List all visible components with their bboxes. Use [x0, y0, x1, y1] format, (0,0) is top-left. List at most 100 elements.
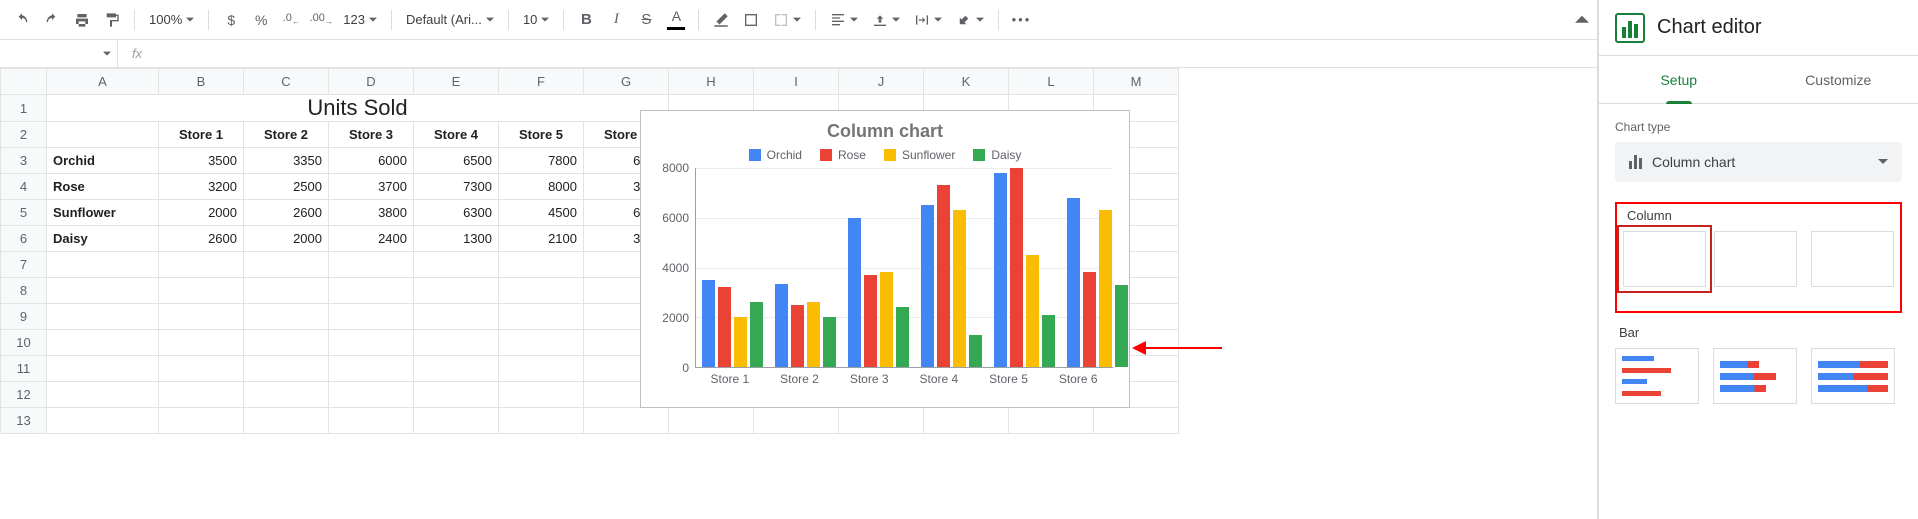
- italic-button[interactable]: I: [602, 5, 630, 35]
- cell[interactable]: [244, 252, 329, 278]
- cell[interactable]: [244, 408, 329, 434]
- col-header[interactable]: I: [754, 69, 839, 95]
- cell[interactable]: [159, 304, 244, 330]
- thumb-bar-chart[interactable]: [1615, 348, 1699, 404]
- cell[interactable]: [839, 408, 924, 434]
- col-header[interactable]: D: [329, 69, 414, 95]
- cell[interactable]: [159, 252, 244, 278]
- cell[interactable]: [47, 408, 159, 434]
- cell[interactable]: 6500: [414, 148, 499, 174]
- row-header[interactable]: 2: [1, 122, 47, 148]
- row-header[interactable]: 11: [1, 356, 47, 382]
- wrap-button[interactable]: [908, 6, 948, 34]
- cell[interactable]: [924, 408, 1009, 434]
- undo-button[interactable]: [8, 5, 36, 35]
- cell[interactable]: [499, 252, 584, 278]
- cell[interactable]: [414, 330, 499, 356]
- cell[interactable]: [499, 304, 584, 330]
- cell[interactable]: 6300: [414, 200, 499, 226]
- row-header[interactable]: 8: [1, 278, 47, 304]
- cell[interactable]: [159, 356, 244, 382]
- row-header[interactable]: 10: [1, 330, 47, 356]
- thumb-stacked-bar[interactable]: [1713, 348, 1797, 404]
- thumb-column-chart[interactable]: [1623, 231, 1706, 287]
- cell[interactable]: [1094, 408, 1179, 434]
- cell[interactable]: [329, 304, 414, 330]
- cell[interactable]: 7300: [414, 174, 499, 200]
- cell[interactable]: [499, 356, 584, 382]
- cell[interactable]: Daisy: [47, 226, 159, 252]
- cell[interactable]: Units Sold: [47, 95, 669, 122]
- cell[interactable]: 3700: [329, 174, 414, 200]
- cell[interactable]: [329, 356, 414, 382]
- thumb-stacked-column[interactable]: [1714, 231, 1797, 287]
- cell[interactable]: 4500: [499, 200, 584, 226]
- row-header[interactable]: 4: [1, 174, 47, 200]
- name-box[interactable]: [0, 40, 118, 67]
- cell[interactable]: Store 4: [414, 122, 499, 148]
- text-color-button[interactable]: A: [662, 5, 690, 35]
- cell[interactable]: [1009, 408, 1094, 434]
- cell[interactable]: [499, 382, 584, 408]
- col-header[interactable]: E: [414, 69, 499, 95]
- cell[interactable]: [329, 382, 414, 408]
- cell[interactable]: 2600: [159, 226, 244, 252]
- font-size-select[interactable]: 10: [517, 6, 555, 34]
- col-header[interactable]: G: [584, 69, 669, 95]
- cell[interactable]: [47, 356, 159, 382]
- halign-button[interactable]: [824, 6, 864, 34]
- cell[interactable]: Store 5: [499, 122, 584, 148]
- chart-type-select[interactable]: Column chart: [1615, 142, 1902, 182]
- cell[interactable]: [499, 408, 584, 434]
- cell[interactable]: [329, 408, 414, 434]
- row-header[interactable]: 12: [1, 382, 47, 408]
- cell[interactable]: [159, 382, 244, 408]
- more-button[interactable]: •••: [1007, 5, 1035, 35]
- decrease-decimal-button[interactable]: .0←: [277, 5, 305, 35]
- cell[interactable]: [244, 356, 329, 382]
- cell[interactable]: [244, 278, 329, 304]
- fill-color-button[interactable]: [707, 5, 735, 35]
- paint-format-button[interactable]: [98, 5, 126, 35]
- cell[interactable]: [47, 122, 159, 148]
- zoom-select[interactable]: 100%: [143, 6, 200, 34]
- cell[interactable]: Store 3: [329, 122, 414, 148]
- cell[interactable]: 2000: [159, 200, 244, 226]
- cell[interactable]: Sunflower: [47, 200, 159, 226]
- cell[interactable]: 6000: [329, 148, 414, 174]
- cell[interactable]: [159, 278, 244, 304]
- cell[interactable]: Store 1: [159, 122, 244, 148]
- print-button[interactable]: [68, 5, 96, 35]
- currency-button[interactable]: $: [217, 5, 245, 35]
- tab-customize[interactable]: Customize: [1759, 56, 1918, 103]
- col-header[interactable]: C: [244, 69, 329, 95]
- cell[interactable]: 2400: [329, 226, 414, 252]
- row-header[interactable]: 5: [1, 200, 47, 226]
- number-format-select[interactable]: 123: [337, 6, 383, 34]
- cell[interactable]: Rose: [47, 174, 159, 200]
- col-header[interactable]: M: [1094, 69, 1179, 95]
- row-header[interactable]: 13: [1, 408, 47, 434]
- cell[interactable]: [414, 252, 499, 278]
- cell[interactable]: 2000: [244, 226, 329, 252]
- cell[interactable]: 2600: [244, 200, 329, 226]
- strike-button[interactable]: S: [632, 5, 660, 35]
- col-header[interactable]: A: [47, 69, 159, 95]
- cell[interactable]: [47, 330, 159, 356]
- thumb-100-stacked-bar[interactable]: [1811, 348, 1895, 404]
- cell[interactable]: [47, 304, 159, 330]
- cell[interactable]: [414, 408, 499, 434]
- col-header[interactable]: L: [1009, 69, 1094, 95]
- col-header[interactable]: K: [924, 69, 1009, 95]
- row-header[interactable]: 3: [1, 148, 47, 174]
- bold-button[interactable]: B: [572, 5, 600, 35]
- col-header[interactable]: J: [839, 69, 924, 95]
- col-header[interactable]: B: [159, 69, 244, 95]
- cell[interactable]: Orchid: [47, 148, 159, 174]
- cell[interactable]: [244, 330, 329, 356]
- cell[interactable]: [159, 408, 244, 434]
- cell[interactable]: [414, 356, 499, 382]
- cell[interactable]: 3500: [159, 148, 244, 174]
- cell[interactable]: [754, 408, 839, 434]
- cell[interactable]: [414, 382, 499, 408]
